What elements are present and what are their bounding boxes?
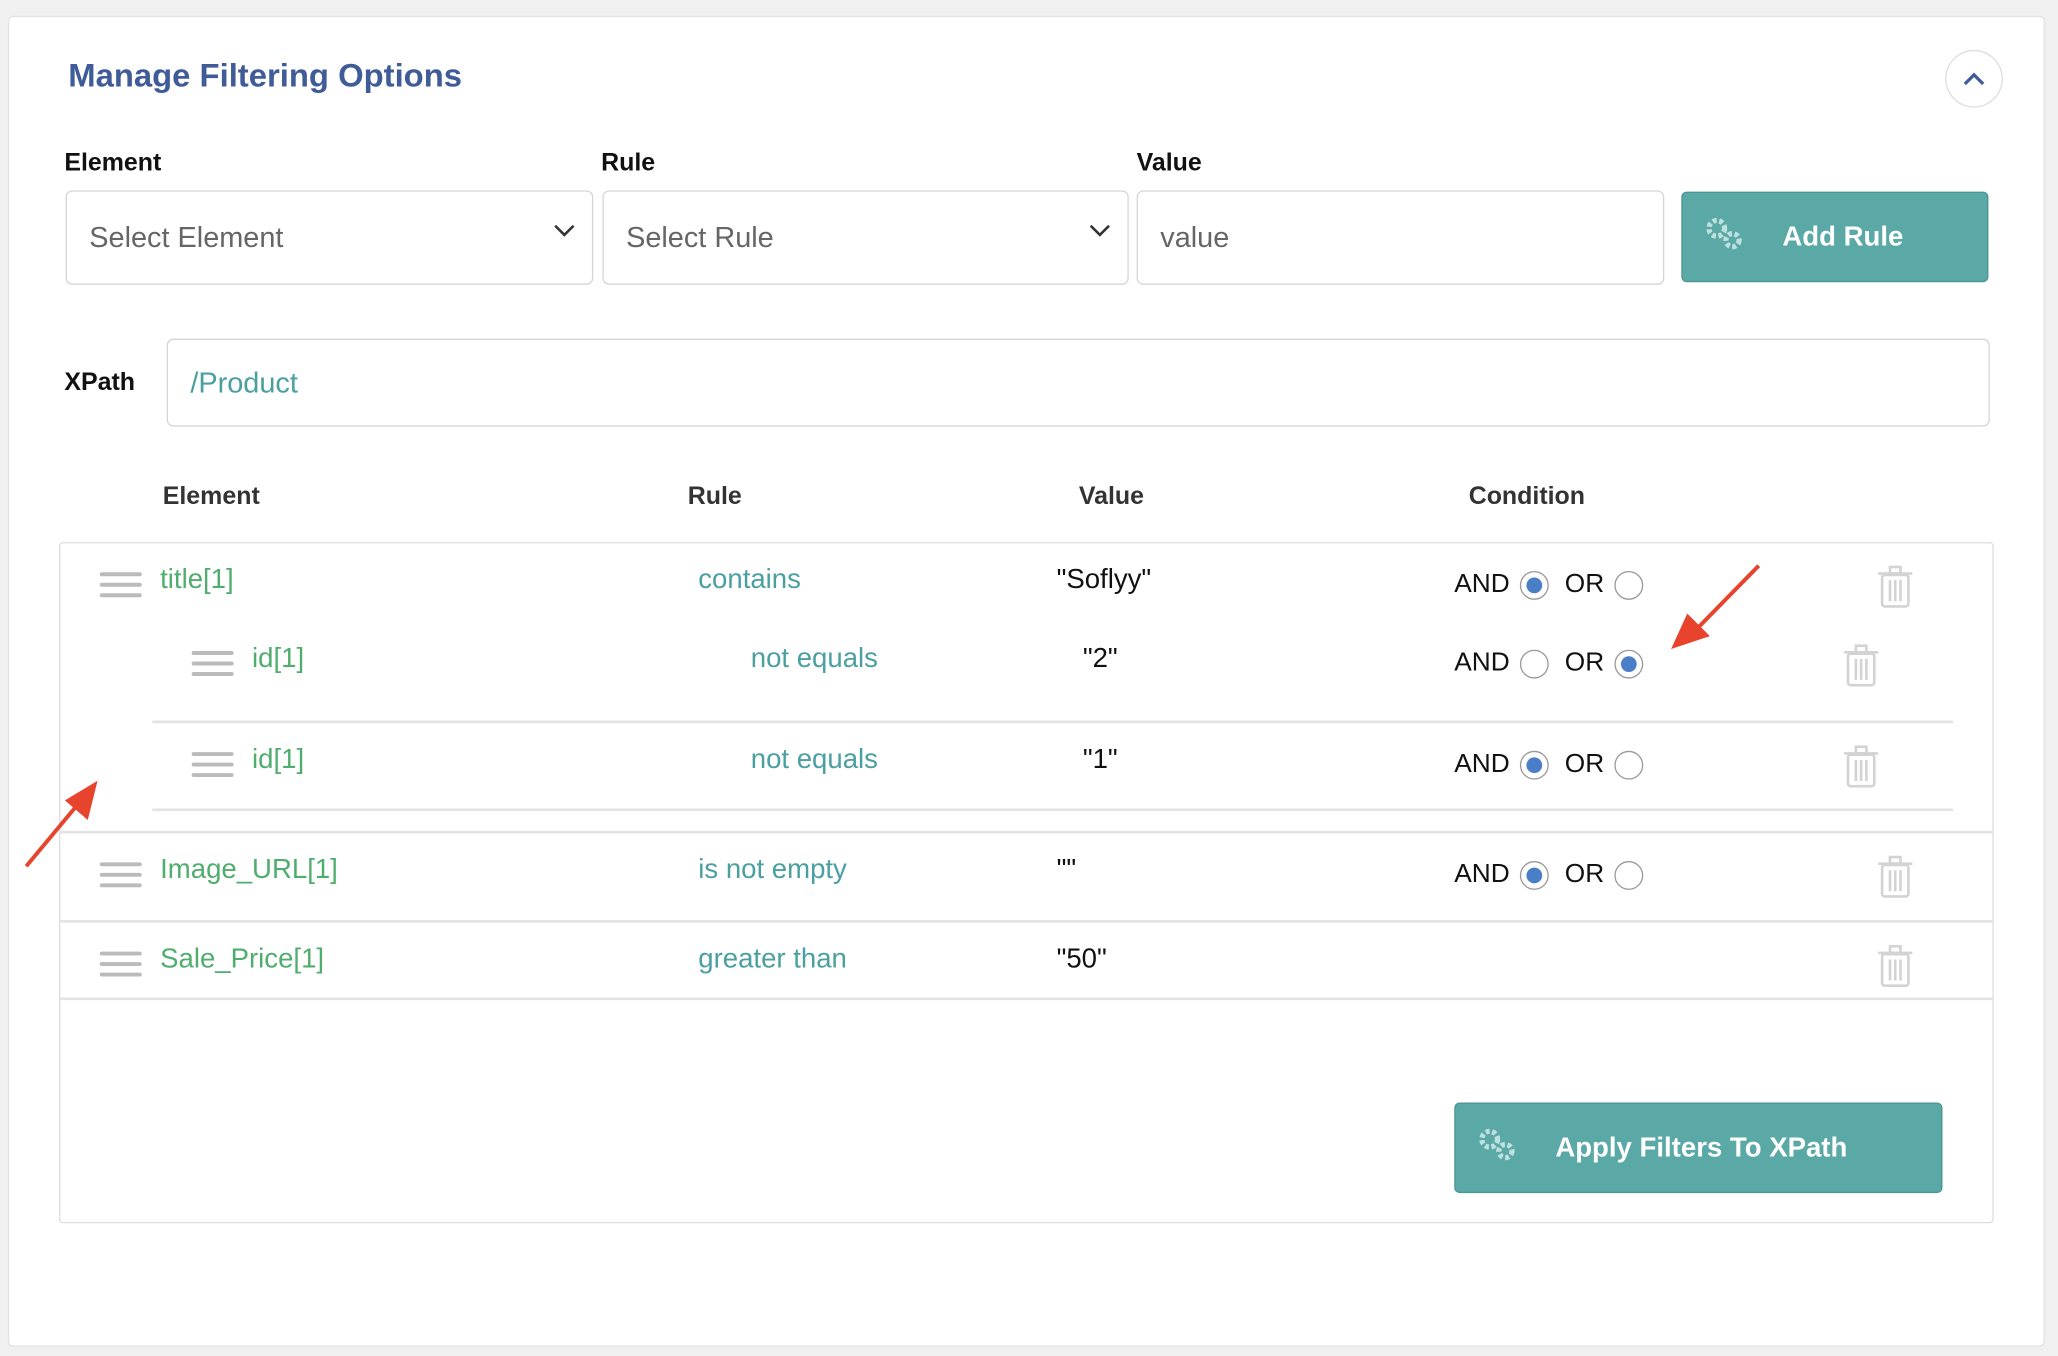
row-rule: is not empty bbox=[698, 854, 847, 886]
row-rule: not equals bbox=[751, 643, 878, 675]
rule-select-value: Select Rule bbox=[626, 221, 774, 255]
or-radio[interactable] bbox=[1615, 860, 1644, 889]
or-label: OR bbox=[1565, 570, 1604, 600]
condition-group: AND OR bbox=[1454, 749, 1659, 779]
or-radio[interactable] bbox=[1615, 570, 1644, 599]
drag-handle-icon[interactable] bbox=[192, 746, 234, 784]
or-label: OR bbox=[1565, 648, 1604, 678]
trash-icon[interactable] bbox=[1843, 643, 1880, 688]
chevron-up-icon bbox=[1962, 71, 1986, 87]
and-label: AND bbox=[1454, 860, 1509, 890]
col-element: Element bbox=[163, 483, 260, 512]
chevron-down-icon bbox=[553, 223, 577, 239]
row-rule: greater than bbox=[698, 944, 847, 976]
xpath-input[interactable]: /Product bbox=[167, 339, 1990, 427]
row-value: "2" bbox=[1083, 643, 1118, 675]
and-radio[interactable] bbox=[1520, 860, 1549, 889]
row-element[interactable]: Image_URL[1] bbox=[160, 854, 338, 886]
row-value: "" bbox=[1057, 854, 1077, 886]
drag-handle-icon[interactable] bbox=[100, 566, 142, 604]
gears-icon bbox=[1477, 1125, 1519, 1170]
and-label: AND bbox=[1454, 648, 1509, 678]
drag-handle-icon[interactable] bbox=[100, 856, 142, 894]
divider bbox=[60, 831, 1992, 834]
value-input[interactable]: value bbox=[1137, 190, 1665, 285]
trash-icon[interactable] bbox=[1877, 564, 1914, 609]
element-label: Element bbox=[64, 150, 161, 179]
collapse-button[interactable] bbox=[1945, 50, 2003, 108]
or-radio[interactable] bbox=[1615, 750, 1644, 779]
or-label: OR bbox=[1565, 860, 1604, 890]
row-value: "Soflyy" bbox=[1057, 564, 1152, 596]
row-element[interactable]: title[1] bbox=[160, 564, 234, 596]
row-value: "1" bbox=[1083, 744, 1118, 776]
xpath-label: XPath bbox=[64, 369, 135, 398]
row-element[interactable]: id[1] bbox=[252, 744, 304, 776]
row-element[interactable]: Sale_Price[1] bbox=[160, 944, 324, 976]
or-radio[interactable] bbox=[1615, 649, 1644, 678]
and-label: AND bbox=[1454, 749, 1509, 779]
trash-icon[interactable] bbox=[1877, 854, 1914, 899]
gears-icon bbox=[1704, 215, 1746, 260]
col-value: Value bbox=[1079, 483, 1144, 512]
xpath-value: /Product bbox=[190, 366, 298, 400]
value-label: Value bbox=[1137, 150, 1202, 179]
and-label: AND bbox=[1454, 570, 1509, 600]
row-element[interactable]: id[1] bbox=[252, 643, 304, 675]
row-rule: not equals bbox=[751, 744, 878, 776]
col-condition: Condition bbox=[1469, 483, 1585, 512]
rule-label: Rule bbox=[601, 150, 655, 179]
drag-handle-icon[interactable] bbox=[192, 644, 234, 682]
add-rule-button[interactable]: Add Rule bbox=[1681, 192, 1988, 283]
add-rule-label: Add Rule bbox=[1782, 221, 1903, 253]
divider bbox=[60, 998, 1992, 1001]
col-rule: Rule bbox=[688, 483, 742, 512]
row-rule: contains bbox=[698, 564, 801, 596]
and-radio[interactable] bbox=[1520, 649, 1549, 678]
rule-select[interactable]: Select Rule bbox=[602, 190, 1128, 285]
or-label: OR bbox=[1565, 749, 1604, 779]
apply-filters-label: Apply Filters To XPath bbox=[1555, 1132, 1847, 1164]
drag-handle-icon[interactable] bbox=[100, 945, 142, 983]
divider bbox=[152, 721, 1953, 724]
value-input-placeholder: value bbox=[1160, 221, 1229, 255]
row-value: "50" bbox=[1057, 944, 1107, 976]
element-select-value: Select Element bbox=[89, 221, 283, 255]
and-radio[interactable] bbox=[1520, 570, 1549, 599]
trash-icon[interactable] bbox=[1843, 744, 1880, 789]
apply-filters-button[interactable]: Apply Filters To XPath bbox=[1454, 1103, 1942, 1194]
condition-group: AND OR bbox=[1454, 570, 1659, 600]
divider bbox=[60, 920, 1992, 923]
condition-group: AND OR bbox=[1454, 648, 1659, 678]
chevron-down-icon bbox=[1088, 223, 1112, 239]
element-select[interactable]: Select Element bbox=[66, 190, 594, 285]
condition-group: AND OR bbox=[1454, 860, 1659, 890]
trash-icon[interactable] bbox=[1877, 944, 1914, 989]
and-radio[interactable] bbox=[1520, 750, 1549, 779]
panel-title: Manage Filtering Options bbox=[68, 58, 462, 96]
divider bbox=[152, 809, 1953, 812]
